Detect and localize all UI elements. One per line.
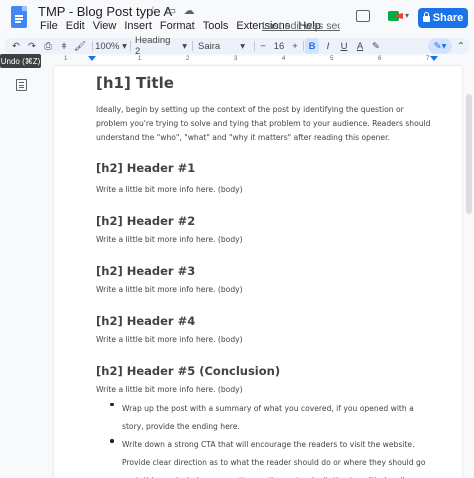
ruler-mark: 2 <box>186 56 190 62</box>
style-value: Heading 2 <box>135 35 171 57</box>
document-page[interactable]: [h1] Title Ideally, begin by setting up … <box>54 66 462 478</box>
ruler-mark: 7 <box>426 56 430 62</box>
share-label: Share <box>432 12 464 24</box>
toolbar: ↶ ↷ ⎙ ǂ 🖌 100% ▾ Heading 2 ▾ Saira ▾ − 16… <box>4 35 470 57</box>
zoom-value: 100% <box>95 40 120 52</box>
highlight-icon[interactable]: ✎ <box>370 38 382 54</box>
star-icon[interactable]: ☆ <box>147 4 159 17</box>
ruler-mark: 4 <box>282 56 286 62</box>
list-item-text: Wrap up the post with a summary of what … <box>122 403 414 431</box>
section-body[interactable]: Write a little bit more info here. (body… <box>96 333 436 347</box>
zoom-select[interactable]: 100% ▾ <box>95 38 127 54</box>
italic-button[interactable]: I <box>322 38 334 54</box>
doc-h2[interactable]: [h2] Header #2 <box>96 214 436 228</box>
increase-font-size-button[interactable]: + <box>290 38 300 54</box>
list-item-text: Write down a strong CTA that will encour… <box>122 440 426 478</box>
redo-icon[interactable]: ↷ <box>26 38 38 54</box>
ruler-mark: 5 <box>330 56 334 62</box>
left-indent-marker[interactable] <box>88 56 96 61</box>
last-edit-link[interactable]: Last edit was secon... <box>262 20 340 32</box>
doc-h2[interactable]: [h2] Header #3 <box>96 264 436 278</box>
editing-mode-button[interactable]: ✎ ▾ <box>428 38 452 54</box>
chevron-down-icon[interactable]: ▾ <box>405 11 409 20</box>
meet-icon[interactable] <box>388 9 404 23</box>
app-header: TMP - Blog Post type A ☆ ▭ ☁ File Edit V… <box>0 0 474 36</box>
menu-insert[interactable]: Insert <box>120 20 156 32</box>
list-item[interactable]: Write down a strong CTA that will encour… <box>110 434 436 478</box>
font-select[interactable]: Saira ▾ <box>198 38 250 54</box>
doc-h2[interactable]: [h2] Header #1 <box>96 161 436 175</box>
collapse-toolbar-icon[interactable]: ⌃ <box>456 38 466 54</box>
decrease-font-size-button[interactable]: − <box>258 38 268 54</box>
menu-view[interactable]: View <box>89 20 121 32</box>
vertical-scrollbar[interactable] <box>466 70 472 478</box>
conclusion-list: Wrap up the post with a summary of what … <box>96 398 436 478</box>
text-color-button[interactable]: A <box>354 38 366 54</box>
print-icon[interactable]: ⎙ <box>42 38 54 54</box>
style-select[interactable]: Heading 2 ▾ <box>135 35 187 57</box>
menu-edit[interactable]: Edit <box>62 20 89 32</box>
ruler-mark: 6 <box>378 56 382 62</box>
spellcheck-icon[interactable]: ǂ <box>58 38 70 54</box>
section-body[interactable]: Write a little bit more info here. (body… <box>96 233 436 247</box>
right-indent-marker[interactable] <box>430 56 438 61</box>
menu-file[interactable]: File <box>36 20 62 32</box>
list-item[interactable]: Wrap up the post with a summary of what … <box>110 398 436 434</box>
docs-app: TMP - Blog Post type A ☆ ▭ ☁ File Edit V… <box>0 0 474 478</box>
lock-icon <box>422 12 430 22</box>
font-size-input[interactable]: 16 <box>270 38 288 54</box>
doc-h2[interactable]: [h2] Header #4 <box>96 314 436 328</box>
paint-format-icon[interactable]: 🖌 <box>74 38 86 54</box>
scrollbar-thumb[interactable] <box>466 94 472 214</box>
menu-tools[interactable]: Tools <box>199 20 233 32</box>
section-body[interactable]: Write a little bit more info here. (body… <box>96 383 436 397</box>
ruler-mark: 3 <box>234 56 238 62</box>
section-body[interactable]: Write a little bit more info here. (body… <box>96 183 436 197</box>
comment-history-icon[interactable] <box>356 10 370 22</box>
intro-paragraph[interactable]: Ideally, begin by setting up the context… <box>96 103 436 146</box>
cloud-status-icon[interactable]: ☁ <box>183 4 195 17</box>
pencil-icon: ✎ <box>433 40 442 52</box>
section-body[interactable]: Write a little bit more info here. (body… <box>96 283 436 297</box>
ruler-mark: 1 <box>138 56 142 62</box>
ruler-mark: 1 <box>64 56 68 62</box>
horizontal-ruler[interactable]: 1 1 2 3 4 5 6 7 <box>44 56 464 64</box>
docs-logo-icon[interactable] <box>11 6 27 28</box>
underline-button[interactable]: U <box>338 38 350 54</box>
doc-h2[interactable]: [h2] Header #5 (Conclusion) <box>96 364 436 378</box>
bold-button[interactable]: B <box>305 38 319 54</box>
font-value: Saira <box>198 40 221 52</box>
share-button[interactable]: Share <box>418 8 468 28</box>
undo-icon[interactable]: ↶ <box>10 38 22 54</box>
document-body[interactable]: [h1] Title Ideally, begin by setting up … <box>96 72 436 478</box>
menu-format[interactable]: Format <box>156 20 199 32</box>
document-outline-icon[interactable] <box>16 79 27 91</box>
doc-h1[interactable]: [h1] Title <box>96 74 436 94</box>
undo-tooltip: Undo (⌘Z) <box>0 54 41 68</box>
folder-move-icon[interactable]: ▭ <box>165 4 177 17</box>
